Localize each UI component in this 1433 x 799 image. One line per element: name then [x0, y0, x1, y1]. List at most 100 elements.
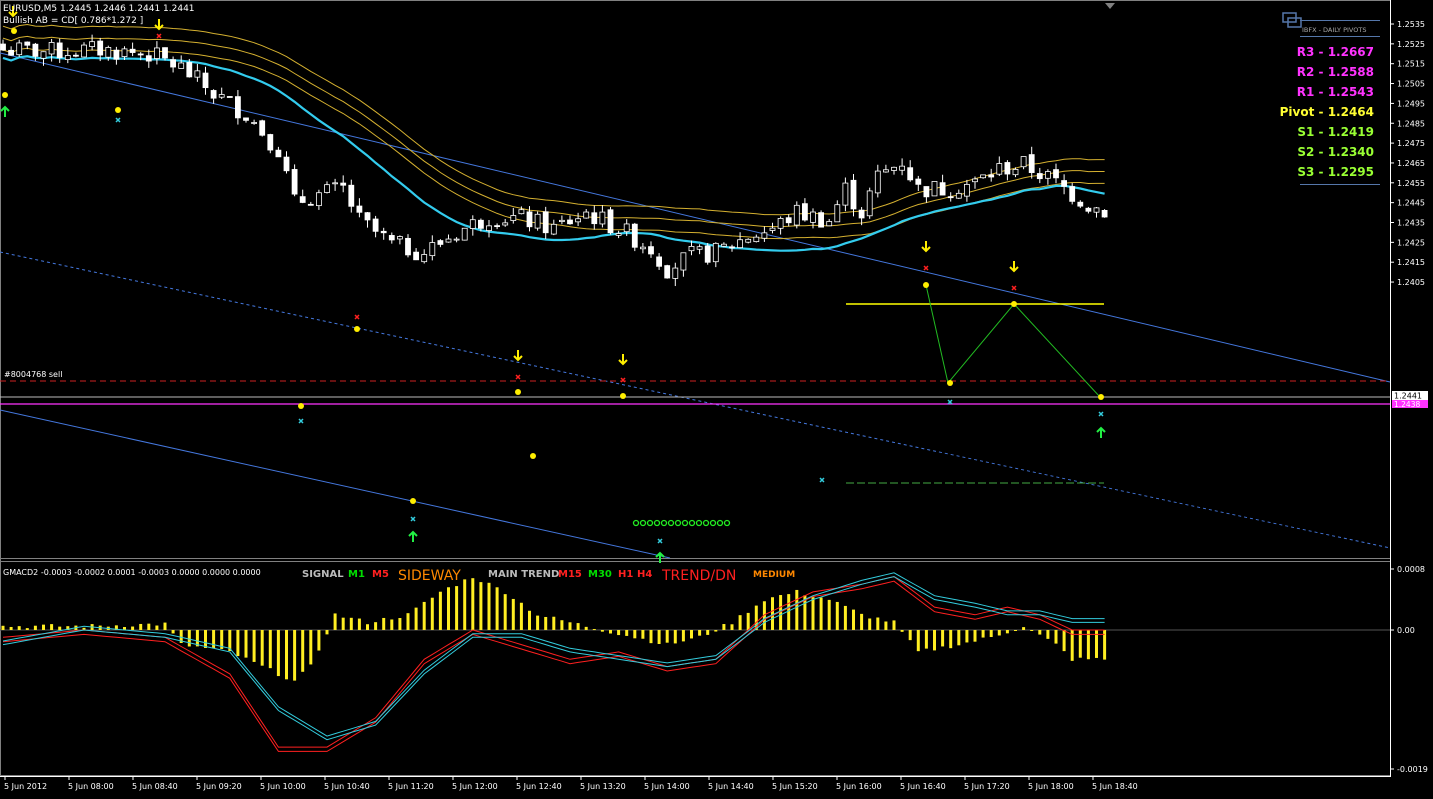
support-circle — [674, 519, 682, 527]
macd-histogram-bar — [819, 597, 823, 630]
macd-histogram-bar — [495, 587, 499, 630]
sell-cross-icon — [923, 265, 929, 271]
macd-histogram-bar — [155, 625, 159, 630]
candle-body — [437, 240, 444, 245]
candle-body — [1077, 201, 1084, 207]
macd-main-line — [2, 576, 1105, 748]
sell-arrow-icon — [618, 354, 628, 366]
macd-histogram-bar — [933, 630, 936, 651]
fractal-dot — [1011, 301, 1017, 307]
macd-histogram-bar — [33, 625, 37, 630]
macd-histogram-bar — [592, 629, 596, 631]
candle-body — [421, 254, 428, 263]
macd-histogram-bar — [25, 628, 29, 630]
candle-body — [243, 117, 249, 121]
candle-body — [8, 49, 15, 56]
regression-channel — [0, 52, 1391, 559]
fractal-dot — [2, 92, 8, 98]
candle-body — [1020, 156, 1027, 168]
candle-body — [40, 51, 47, 59]
price-tick-label: 1.2525 — [1397, 40, 1425, 49]
macd-histogram-bar — [528, 610, 531, 630]
macd-histogram-bar — [276, 630, 280, 677]
macd-histogram-bar — [317, 630, 321, 651]
macd-pane: 0.0008 0.00 -0.0019 — [0, 565, 1428, 774]
macd-histogram-bar — [698, 630, 702, 636]
macd-histogram-bar — [568, 622, 572, 630]
macd-histogram-bar — [163, 622, 167, 630]
candle-body — [388, 235, 395, 241]
candle-body — [364, 212, 371, 221]
candle-body — [640, 246, 646, 250]
fractal-dot — [115, 107, 121, 113]
pivot-level: R1 - 1.2543 — [1297, 85, 1374, 99]
macd-histogram-bar — [390, 619, 394, 630]
macd-histogram-bar — [236, 630, 240, 657]
support-circle — [660, 519, 668, 527]
price-tick-label: 1.2435 — [1397, 219, 1425, 228]
macd-histogram-bar — [609, 630, 612, 634]
macd-histogram-bar — [665, 630, 669, 643]
price-tick-label: 1.2415 — [1397, 258, 1425, 267]
candle-body — [502, 222, 509, 226]
candle-body — [89, 41, 95, 48]
candle-body — [931, 181, 938, 197]
macd-histogram-bar — [1046, 630, 1050, 639]
support-circle — [702, 519, 710, 527]
candle-body — [769, 227, 776, 231]
candle-body — [753, 236, 760, 243]
macd-histogram-bar — [673, 630, 677, 644]
trading-chart[interactable]: 1.2535 1.2525 1.2515 1.2505 1.2495 1.2485 1.24… — [0, 0, 1433, 799]
candle-body — [413, 251, 420, 261]
signal-state: SIDEWAY — [398, 568, 461, 584]
macd-histogram-bar — [17, 626, 21, 630]
candle-body — [972, 178, 978, 183]
candle-body — [307, 203, 314, 206]
time-tick-label: 5 Jun 12:00 — [452, 782, 498, 791]
macd-histogram-bar — [957, 630, 961, 646]
candle-body — [1036, 173, 1043, 180]
support-circle — [667, 519, 675, 527]
macd-histogram-bar — [649, 630, 653, 644]
buy-arrow-icon — [0, 105, 10, 117]
support-circle — [681, 519, 689, 527]
candle-body — [891, 166, 897, 171]
candle-body — [575, 218, 581, 223]
macd-histogram-bar — [536, 615, 540, 630]
macd-histogram-bar — [349, 617, 353, 630]
macd-histogram-bar — [690, 630, 693, 639]
candle-body — [105, 47, 112, 58]
candle-body — [550, 223, 557, 235]
macd-histogram-bar — [989, 630, 993, 638]
candle-body — [802, 203, 808, 221]
macd-histogram-bar — [827, 599, 831, 630]
candle-body — [121, 48, 128, 57]
price-tick-label: 1.2425 — [1397, 238, 1425, 247]
macd-histogram-bar — [131, 626, 135, 630]
order-label[interactable]: #8004768 sell — [4, 370, 62, 379]
candle-body — [785, 217, 792, 224]
macd-histogram-bar — [787, 594, 791, 630]
pivot-level: S1 - 1.2419 — [1297, 125, 1374, 139]
fractal-dot — [1098, 394, 1104, 400]
macd-histogram-bar — [382, 617, 386, 630]
macd-histogram-bar — [633, 630, 637, 639]
macd-histogram-bar — [463, 579, 467, 630]
candle-body — [712, 242, 719, 263]
fractal-dot — [515, 389, 521, 395]
time-tick-label: 5 Jun 14:40 — [708, 782, 754, 791]
candle-body — [64, 55, 71, 60]
pivot-level: R3 - 1.2667 — [1297, 45, 1374, 59]
candle-body — [129, 48, 136, 53]
candle-body — [234, 96, 241, 119]
candle-body — [680, 252, 687, 271]
signal-m5: M5 — [372, 569, 389, 580]
moving-averages — [2, 23, 1105, 252]
chart-shift-marker[interactable] — [1105, 3, 1115, 9]
macd-histogram-bar — [252, 630, 256, 662]
macd-histogram-bar — [706, 630, 710, 635]
candle-body — [453, 238, 460, 241]
price-tick-label: 1.2535 — [1397, 20, 1425, 29]
candle-body — [477, 219, 484, 229]
macd-histogram-bar — [1038, 630, 1042, 635]
